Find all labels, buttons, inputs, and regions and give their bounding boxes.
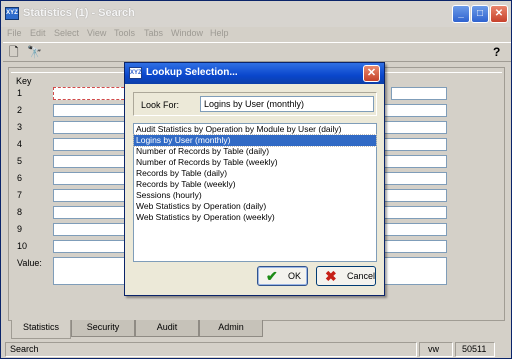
lookup-dialog: XYZ Lookup Selection... ✕ Look For: Logi… [124,62,385,296]
app-icon: XYZ [5,7,19,20]
title-bar: XYZ Statistics (1) - Search _ □ ✕ [1,1,511,27]
close-button[interactable]: ✕ [490,5,508,23]
menu-view[interactable]: View [87,28,106,38]
row-label: 4 [17,139,23,149]
list-item[interactable]: Records by Table (weekly) [134,179,376,190]
tab-statistics[interactable]: Statistics [11,320,71,339]
status-flag: vw [419,342,453,357]
minimize-button[interactable]: _ [452,5,470,23]
tab-security[interactable]: Security [71,320,135,337]
list-item[interactable]: Audit Statistics by Operation by Module … [134,124,376,135]
dialog-app-icon: XYZ [129,67,142,79]
status-number: 50511 [455,342,495,357]
key-field-1-extra[interactable] [391,87,447,100]
look-for-group: Look For: Logins by User (monthly) [133,92,377,116]
cancel-label: Cancel [347,271,376,281]
ok-label: OK [288,271,302,281]
key-header: Key [16,76,32,86]
status-bar: Search vw 50511 [3,342,511,358]
look-for-label: Look For: [141,100,180,110]
row-label: 9 [17,224,23,234]
menu-bar: File Edit Select View Tools Tabs Window … [3,27,511,41]
cancel-button[interactable]: ✖ Cancel [316,266,376,286]
binoculars-icon[interactable]: 🔭 [27,46,42,58]
toolbar: 🗋 🔭 ? [3,42,511,62]
cancel-x-icon: ✖ [325,268,337,284]
menu-tools[interactable]: Tools [114,28,135,38]
value-label: Value: [17,258,42,268]
tab-admin[interactable]: Admin [199,320,263,337]
list-item[interactable]: Number of Records by Table (weekly) [134,157,376,168]
lookup-list[interactable]: Audit Statistics by Operation by Module … [133,123,377,262]
row-label: 1 [17,88,23,98]
look-for-input[interactable]: Logins by User (monthly) [200,96,374,112]
list-item[interactable]: Web Statistics by Operation (weekly) [134,212,376,223]
list-item[interactable]: Web Statistics by Operation (daily) [134,201,376,212]
menu-edit[interactable]: Edit [30,28,46,38]
dialog-title: Lookup Selection... [146,67,238,78]
row-label: 5 [17,156,23,166]
dialog-title-bar: XYZ Lookup Selection... ✕ [125,63,384,84]
key-field-1[interactable] [53,87,129,100]
dialog-close-button[interactable]: ✕ [363,65,380,82]
menu-help[interactable]: Help [210,28,229,38]
row-label: 7 [17,190,23,200]
list-item-selected[interactable]: Logins by User (monthly) [133,134,377,147]
window-title: Statistics (1) - Search [23,7,135,19]
menu-window[interactable]: Window [171,28,203,38]
checkmark-icon: ✔ [266,268,278,284]
status-mode: Search [5,342,417,357]
row-label: 3 [17,122,23,132]
menu-tabs[interactable]: Tabs [144,28,163,38]
context-help-icon[interactable]: ? [493,46,500,58]
row-label: 2 [17,105,23,115]
menu-file[interactable]: File [7,28,22,38]
row-label: 8 [17,207,23,217]
menu-select[interactable]: Select [54,28,79,38]
row-label: 10 [17,241,28,251]
maximize-button[interactable]: □ [471,5,489,23]
list-item[interactable]: Sessions (hourly) [134,190,376,201]
row-label: 6 [17,173,23,183]
ok-button[interactable]: ✔ OK [257,266,308,286]
tab-audit[interactable]: Audit [135,320,199,337]
list-item[interactable]: Number of Records by Table (daily) [134,146,376,157]
new-document-icon[interactable]: 🗋 [9,46,19,58]
list-item[interactable]: Records by Table (daily) [134,168,376,179]
